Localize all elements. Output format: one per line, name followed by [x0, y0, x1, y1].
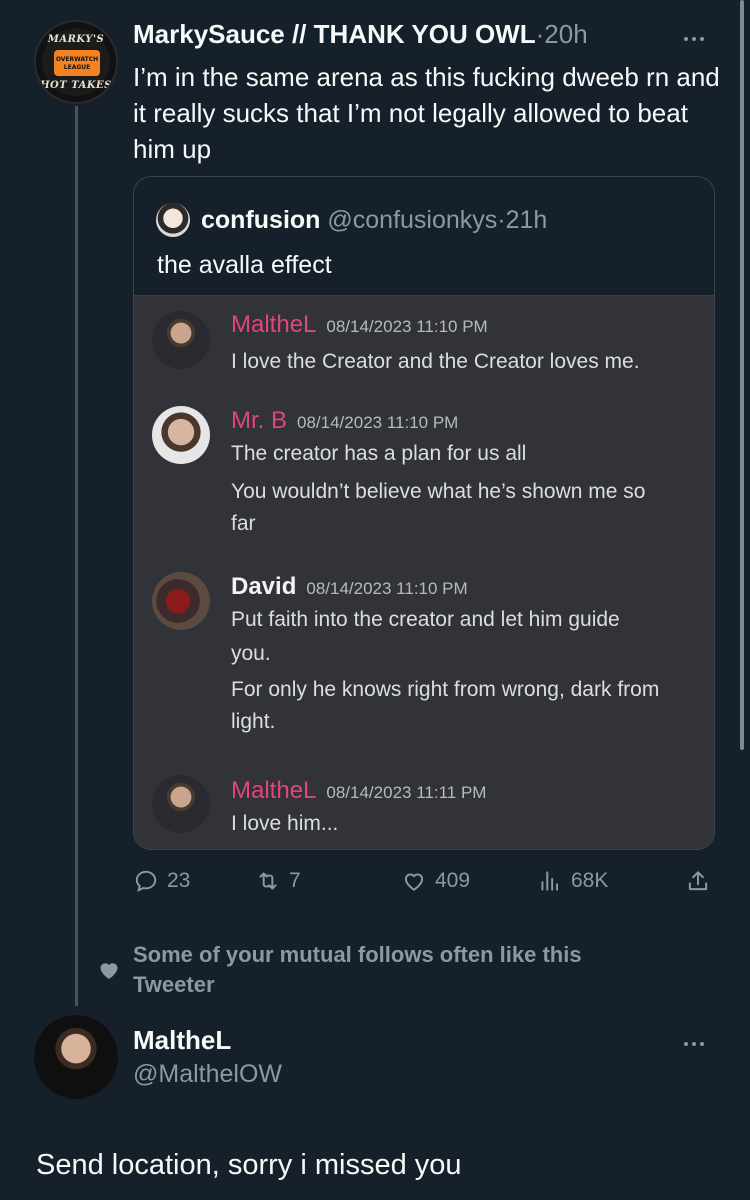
- timeline: MARKY'S OVERWATCH LEAGUE HOT TAKES Marky…: [0, 0, 750, 1200]
- discord-username: MaltheL 08/14/2023 11:10 PM: [231, 311, 488, 338]
- like-button[interactable]: 409: [401, 862, 470, 900]
- scrollbar[interactable]: [740, 0, 744, 750]
- discord-message-line: For only he knows right from wrong, dark…: [231, 678, 660, 701]
- like-count: 409: [435, 869, 471, 892]
- quoted-handle: @confusionkys: [327, 206, 498, 234]
- logo-text-line-2: LEAGUE: [63, 64, 91, 71]
- retweet-icon: [259, 872, 277, 890]
- discord-username: Mr. B 08/14/2023 11:10 PM: [231, 407, 459, 434]
- tweet-text: I’m in the same arena as this fucking dw…: [133, 62, 720, 164]
- view-count: 68K: [571, 869, 609, 892]
- heart-icon: [100, 963, 118, 979]
- reply-count: 23: [167, 869, 191, 892]
- separator-dot: ·: [497, 206, 506, 234]
- discord-avatar-malthel: [152, 311, 210, 369]
- discord-timestamp: 08/14/2023 11:10 PM: [306, 579, 468, 598]
- discord-message-line: The creator has a plan for us all: [231, 442, 527, 465]
- discord-avatar-malthel: [152, 775, 210, 833]
- discord-message-line: I love the Creator and the Creator loves…: [231, 350, 640, 373]
- quoted-tweet-card[interactable]: confusion @confusionkys·21h the avalla e…: [133, 176, 715, 850]
- analytics-icon: [541, 871, 559, 891]
- avatar-markysauce[interactable]: MARKY'S OVERWATCH LEAGUE HOT TAKES: [34, 20, 118, 104]
- tweet-header: MarkySauce // THANK YOU OWL·20h: [133, 17, 710, 51]
- discord-screenshot-image[interactable]: MaltheL 08/14/2023 11:10 PM I love the Cr…: [134, 295, 714, 849]
- tweet-actions-bar: 23 7 409 68K: [133, 862, 723, 900]
- user-handle[interactable]: @MalthelOW: [133, 1058, 282, 1090]
- discord-message-line: You wouldn’t believe what he’s shown me …: [231, 480, 646, 503]
- quoted-time: 21h: [505, 206, 548, 234]
- tweet-time[interactable]: 20h: [544, 19, 587, 49]
- heart-icon: [404, 873, 424, 891]
- avatar-logo-top-text: MARKY'S: [47, 34, 105, 45]
- discord-message-line: Put faith into the creator and let him g…: [231, 608, 620, 631]
- discord-username: David 08/14/2023 11:10 PM: [231, 573, 468, 600]
- recommendation-text: Some of your mutual follows often like t…: [133, 942, 582, 997]
- more-options-icon[interactable]: [684, 1033, 714, 1047]
- tweet-text: Send location, sorry i missed you: [36, 1149, 462, 1181]
- overwatch-league-logo: OVERWATCH LEAGUE: [54, 50, 100, 76]
- retweet-button[interactable]: 7: [255, 862, 301, 900]
- views-button[interactable]: 68K: [537, 862, 608, 900]
- discord-message-line: light.: [231, 710, 276, 733]
- thread-connector-line: [75, 106, 78, 1006]
- discord-avatar-mr-b: [152, 406, 210, 464]
- display-name[interactable]: MaltheL: [133, 1024, 231, 1056]
- separator-dot: ·: [535, 19, 545, 49]
- quoted-tweet-text: the avalla effect: [157, 251, 332, 279]
- discord-avatar-david: [152, 572, 210, 630]
- discord-message-line: far: [231, 512, 256, 535]
- avatar-malthel[interactable]: [34, 1015, 118, 1099]
- discord-message-line: you.: [231, 642, 271, 665]
- discord-timestamp: 08/14/2023 11:10 PM: [326, 317, 488, 336]
- quoted-display-name: confusion: [201, 206, 321, 234]
- discord-username: MaltheL 08/14/2023 11:11 PM: [231, 777, 487, 804]
- more-options-icon[interactable]: [684, 28, 714, 42]
- share-button[interactable]: [685, 862, 719, 900]
- discord-timestamp: 08/14/2023 11:10 PM: [297, 413, 459, 432]
- retweet-count: 7: [289, 869, 301, 892]
- display-name[interactable]: MarkySauce // THANK YOU OWL: [133, 19, 536, 49]
- reply-icon: [135, 870, 157, 892]
- avatar-logo-bottom-text: HOT TAKES: [40, 80, 112, 91]
- logo-text-line-1: OVERWATCH: [55, 56, 99, 63]
- share-icon: [688, 871, 708, 891]
- discord-message-line: I love him...: [231, 812, 339, 835]
- discord-timestamp: 08/14/2023 11:11 PM: [326, 783, 487, 802]
- quoted-tweet-header: confusion @confusionkys·21h: [157, 203, 547, 237]
- reply-button[interactable]: 23: [133, 862, 190, 900]
